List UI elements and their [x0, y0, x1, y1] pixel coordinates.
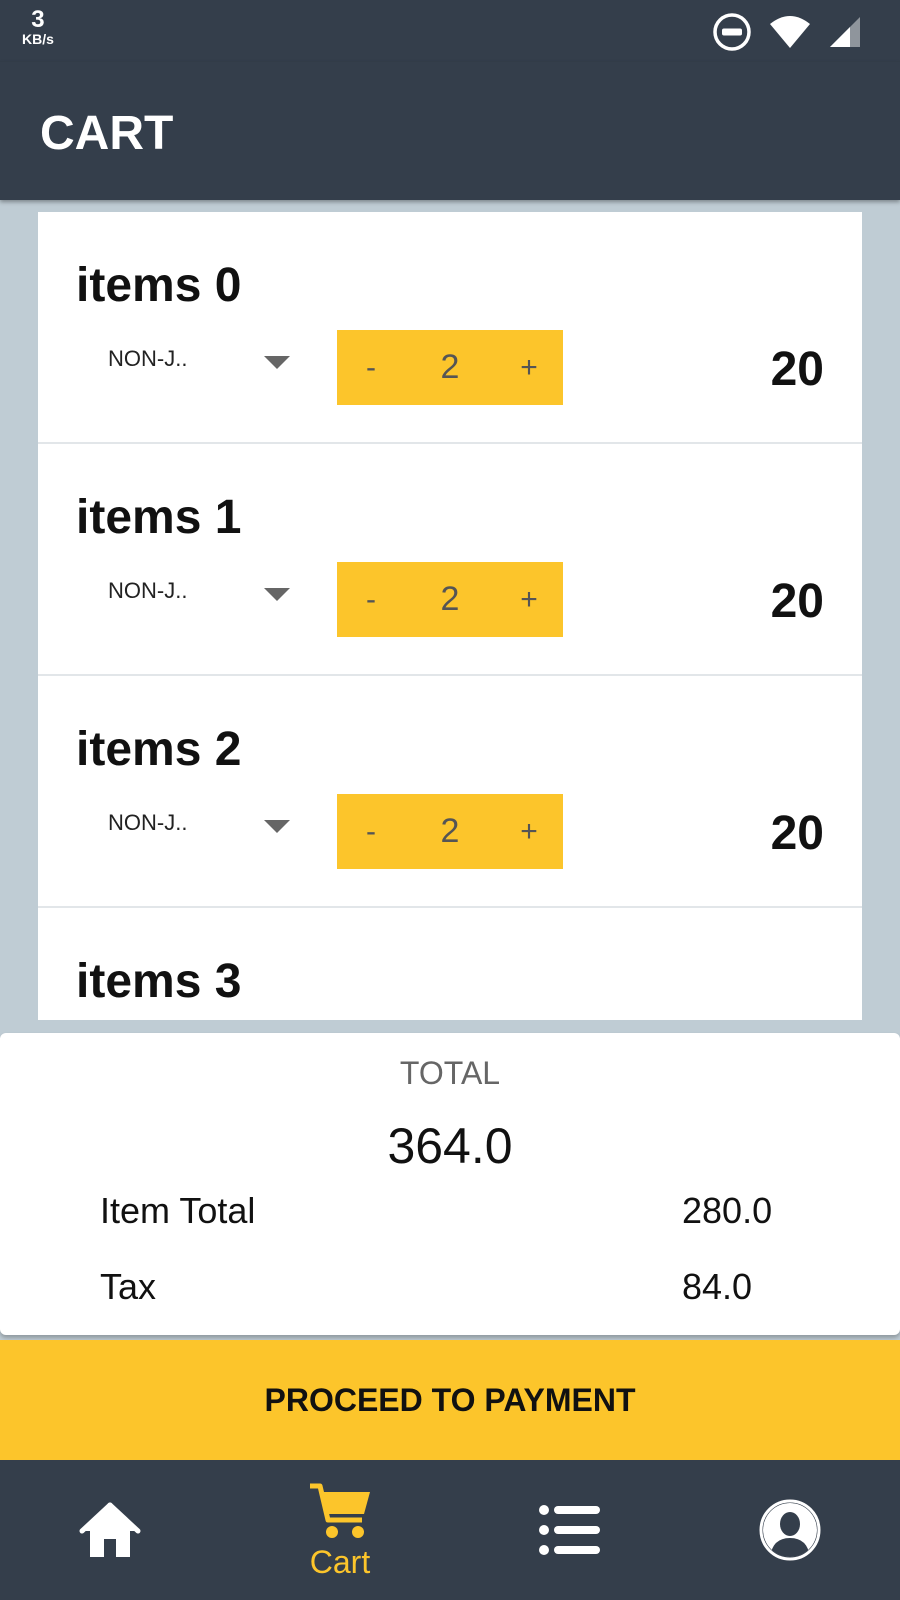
- cart-item: items 3: [38, 908, 862, 1020]
- status-bar: 3 KB/s: [0, 0, 900, 62]
- item-name: items 0: [76, 259, 242, 312]
- total-label: TOTAL: [399, 1055, 501, 1091]
- dropdown-arrow-icon[interactable]: [264, 356, 290, 369]
- variant-select[interactable]: NON-J..: [108, 578, 187, 604]
- quantity-value: 2: [440, 348, 460, 386]
- tax-label: Tax: [100, 1266, 157, 1307]
- quantity-value: 2: [440, 812, 460, 850]
- cart-item: items 0 NON-J.. - 2 + 20: [38, 212, 862, 444]
- quantity-stepper: - 2 +: [337, 794, 563, 869]
- home-icon: [79, 1502, 141, 1557]
- page-title: CART: [40, 107, 174, 160]
- total-value: 364.0: [387, 1118, 513, 1174]
- nav-profile[interactable]: [750, 1460, 830, 1600]
- variant-select[interactable]: NON-J..: [108, 346, 187, 372]
- cart-item: items 2 NON-J.. - 2 + 20: [38, 676, 862, 908]
- variant-select[interactable]: NON-J..: [108, 810, 187, 836]
- dropdown-arrow-icon[interactable]: [264, 820, 290, 833]
- decrease-quantity-button[interactable]: -: [337, 815, 405, 849]
- proceed-to-payment-button[interactable]: PROCEED TO PAYMENT: [0, 1340, 900, 1460]
- tax-value: 84.0: [682, 1266, 753, 1307]
- dropdown-arrow-icon[interactable]: [264, 588, 290, 601]
- nav-cart-label: Cart: [309, 1543, 371, 1580]
- item-total-value: 280.0: [682, 1190, 773, 1231]
- increase-quantity-button[interactable]: +: [495, 583, 563, 617]
- bottom-navigation: Cart: [0, 1460, 900, 1600]
- nav-home[interactable]: [70, 1460, 150, 1600]
- decrease-quantity-button[interactable]: -: [337, 583, 405, 617]
- item-name: items 2: [76, 723, 242, 776]
- increase-quantity-button[interactable]: +: [495, 815, 563, 849]
- item-price: 20: [770, 807, 824, 860]
- item-name: items 1: [76, 491, 242, 544]
- order-summary: TOTAL 364.0 Item Total 280.0 Tax 84.0: [0, 1033, 900, 1335]
- do-not-disturb-icon: [712, 12, 752, 52]
- nav-list[interactable]: [530, 1460, 610, 1600]
- list-icon: [539, 1505, 600, 1555]
- item-total-label: Item Total: [100, 1190, 256, 1231]
- app-bar: CART: [0, 62, 900, 200]
- item-price: 20: [770, 575, 824, 628]
- increase-quantity-button[interactable]: +: [495, 351, 563, 385]
- item-price: 20: [770, 343, 824, 396]
- decrease-quantity-button[interactable]: -: [337, 351, 405, 385]
- network-speed-unit: KB/s: [22, 31, 54, 47]
- network-speed-value: 3: [31, 6, 45, 33]
- item-name: items 3: [76, 955, 242, 1008]
- quantity-stepper: - 2 +: [337, 562, 563, 637]
- quantity-value: 2: [440, 580, 460, 618]
- profile-icon: [759, 1499, 821, 1561]
- cart-list[interactable]: items 0 NON-J.. - 2 + 20 items 1 NON-J..…: [38, 212, 862, 1020]
- quantity-stepper: - 2 +: [337, 330, 563, 405]
- nav-cart[interactable]: Cart: [295, 1460, 385, 1600]
- network-speed: 3 KB/s: [22, 6, 54, 47]
- wifi-icon: [768, 14, 812, 50]
- signal-icon: [828, 15, 862, 49]
- cart-item: items 1 NON-J.. - 2 + 20: [38, 444, 862, 676]
- cart-icon: [310, 1483, 370, 1538]
